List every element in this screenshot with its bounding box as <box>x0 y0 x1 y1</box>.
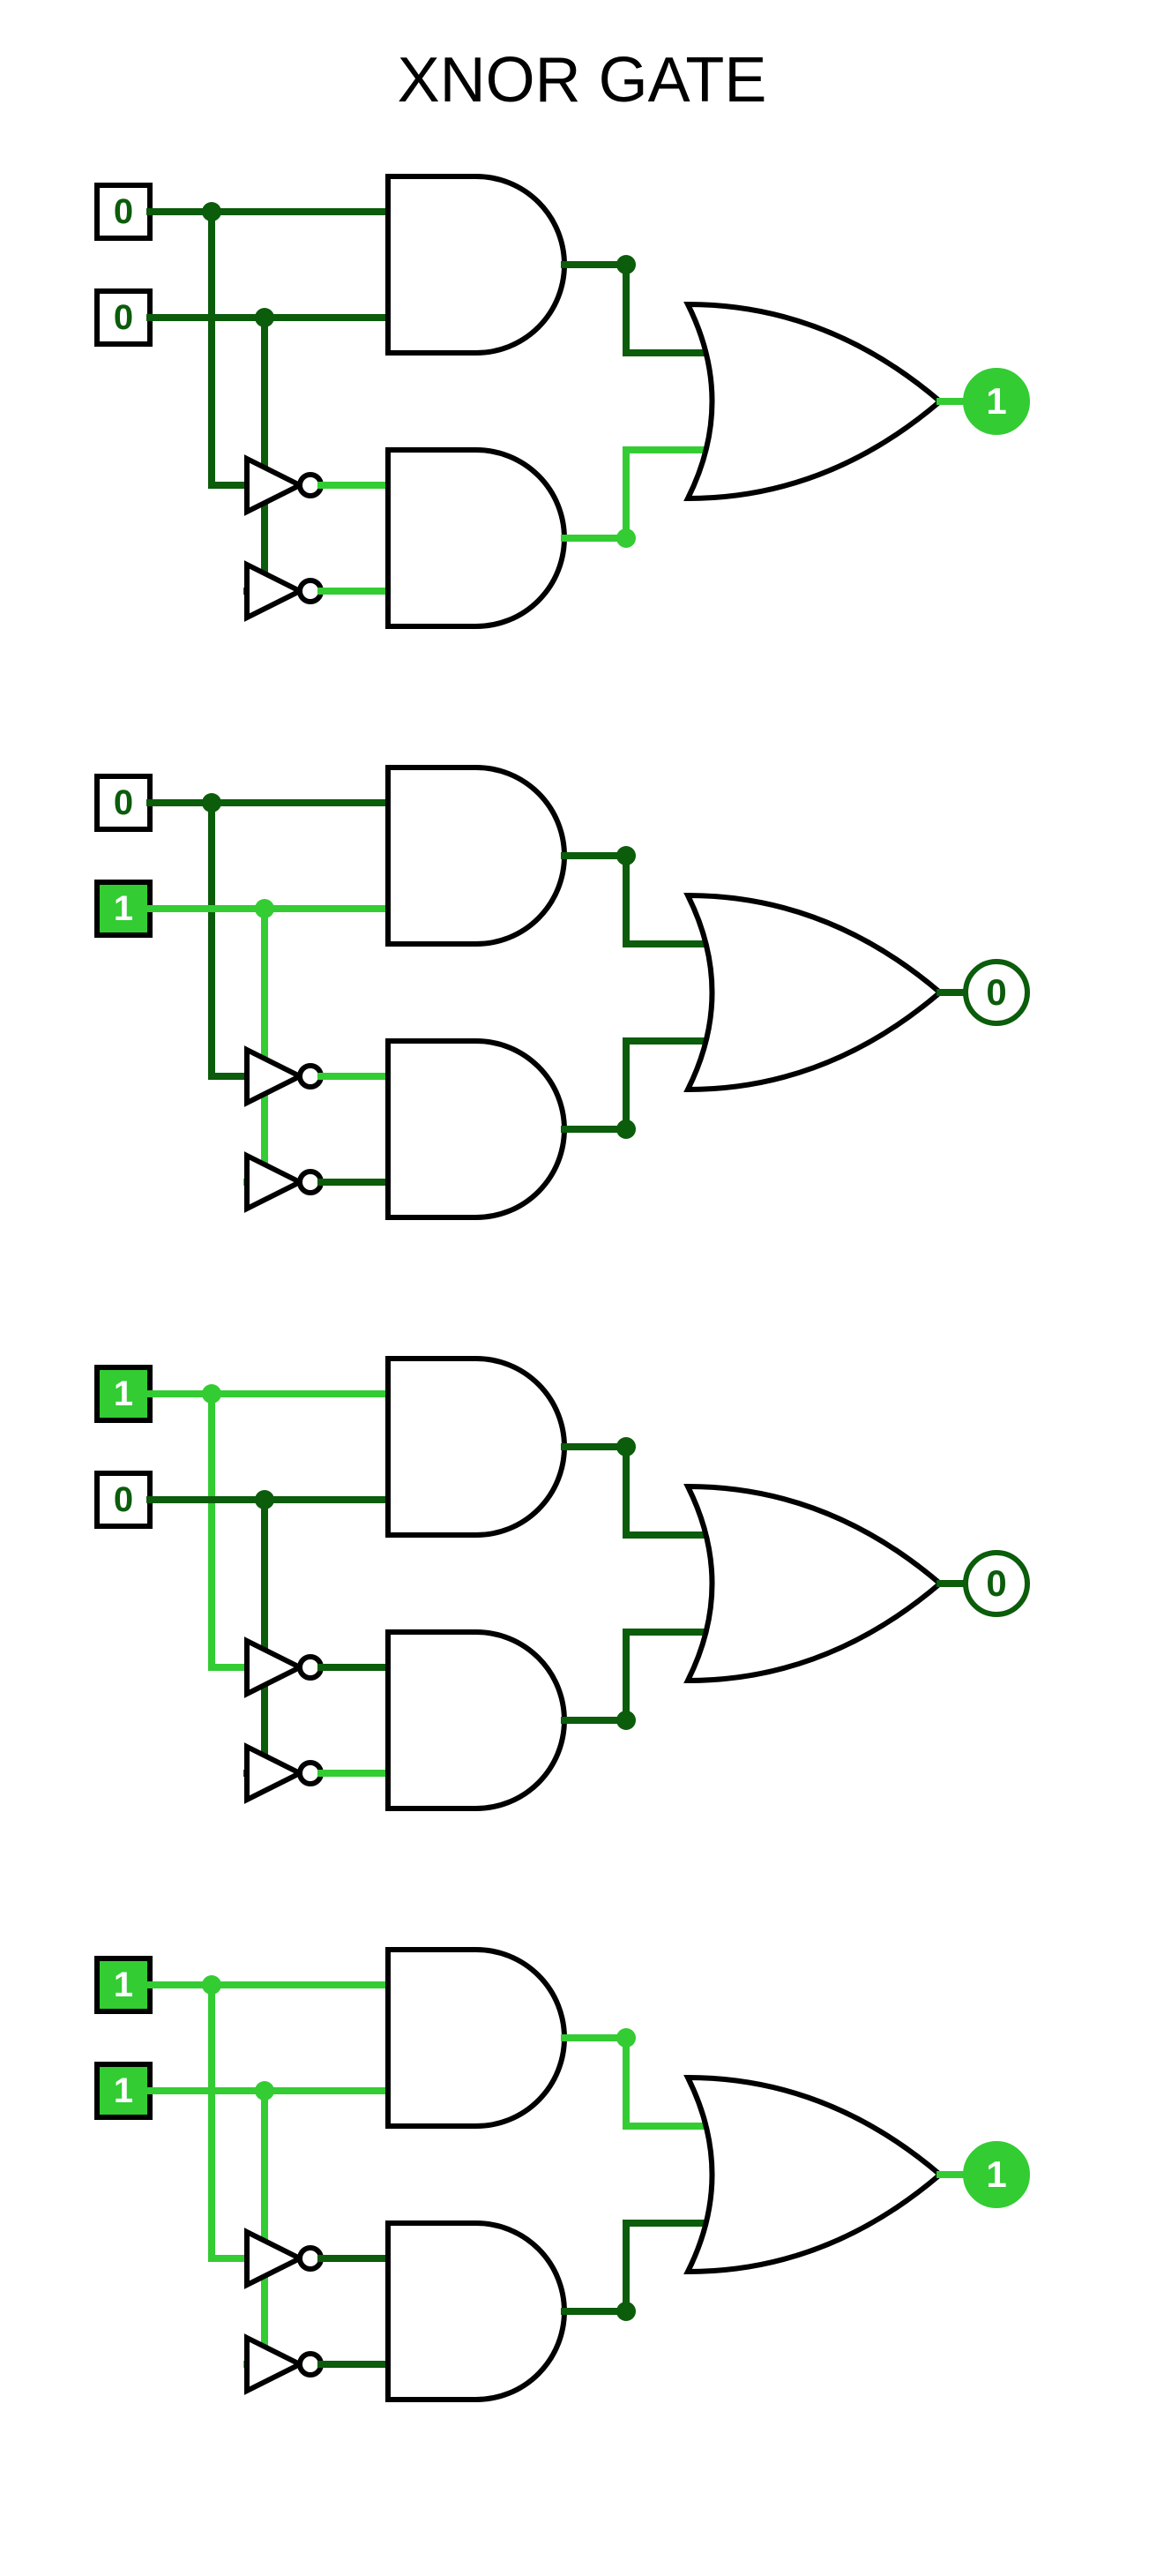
svg-text:1: 1 <box>986 2153 1006 2195</box>
svg-text:0: 0 <box>986 971 1006 1013</box>
page-title: XNOR GATE <box>398 44 767 116</box>
svg-text:1: 1 <box>986 380 1006 422</box>
circuit-svg: 0 0 1 0 1 0 1 0 0 1 1 1 <box>0 0 1164 2576</box>
svg-text:0: 0 <box>114 1480 133 1519</box>
xnor-circuit-row: 0 0 1 <box>97 176 1027 626</box>
svg-text:1: 1 <box>114 889 133 928</box>
svg-text:1: 1 <box>114 1966 133 2004</box>
svg-text:1: 1 <box>114 2071 133 2110</box>
xnor-circuit-row: 1 0 0 <box>97 1359 1027 1808</box>
diagram-container: XNOR GATE 0 0 1 0 1 0 1 0 0 1 1 1 <box>0 0 1164 2576</box>
xnor-circuit-row: 1 1 1 <box>97 1950 1027 2400</box>
svg-text:0: 0 <box>986 1562 1006 1604</box>
svg-text:0: 0 <box>114 192 133 231</box>
xnor-circuit-row: 0 1 0 <box>97 768 1027 1217</box>
svg-text:0: 0 <box>114 783 133 822</box>
svg-text:1: 1 <box>114 1374 133 1413</box>
svg-text:0: 0 <box>114 298 133 337</box>
